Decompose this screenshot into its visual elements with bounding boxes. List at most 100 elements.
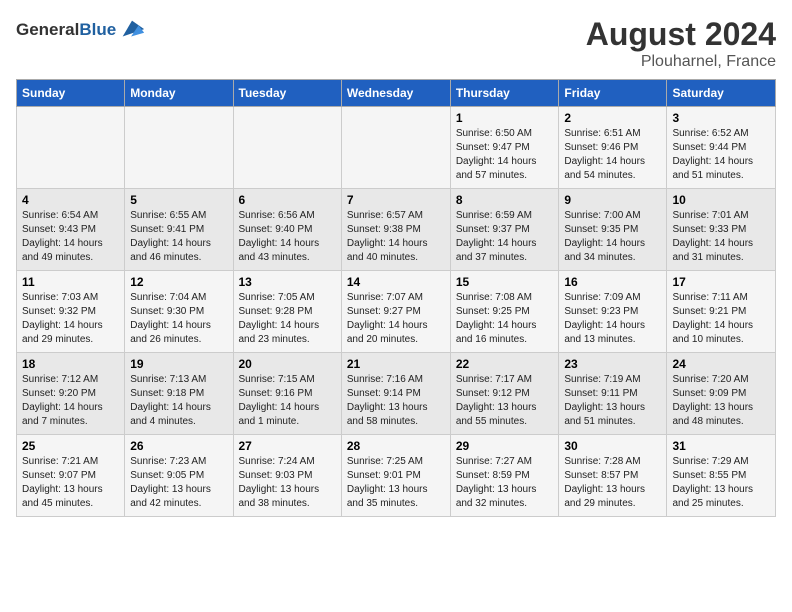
calendar-cell: 25 Sunrise: 7:21 AM Sunset: 9:07 PM Dayli… (17, 435, 125, 517)
day-info: Sunrise: 6:57 AM Sunset: 9:38 PM Dayligh… (347, 209, 445, 265)
calendar-cell: 11 Sunrise: 7:03 AM Sunset: 9:32 PM Dayli… (17, 271, 125, 353)
day-info: Sunrise: 7:12 AM Sunset: 9:20 PM Dayligh… (22, 373, 119, 429)
day-number: 11 (22, 275, 119, 289)
calendar-cell: 10 Sunrise: 7:01 AM Sunset: 9:33 PM Dayli… (667, 189, 776, 271)
day-number: 10 (672, 193, 770, 207)
calendar-cell: 2 Sunrise: 6:51 AM Sunset: 9:46 PM Daylig… (559, 107, 667, 189)
day-number: 17 (672, 275, 770, 289)
calendar-body: 1Sunrise: 6:50 AM Sunset: 9:47 PM Daylig… (17, 107, 776, 517)
day-number: 26 (130, 439, 227, 453)
day-number: 8 (456, 193, 554, 207)
logo: GeneralBlue (16, 16, 146, 44)
day-number: 31 (672, 439, 770, 453)
calendar-cell: 21Sunrise: 7:16 AM Sunset: 9:14 PM Dayli… (341, 353, 450, 435)
day-info: Sunrise: 7:15 AM Sunset: 9:16 PM Dayligh… (239, 373, 336, 429)
calendar-cell (17, 107, 125, 189)
calendar-cell: 28Sunrise: 7:25 AM Sunset: 9:01 PM Dayli… (341, 435, 450, 517)
day-number: 14 (347, 275, 445, 289)
day-number: 21 (347, 357, 445, 371)
day-number: 12 (130, 275, 227, 289)
day-number: 25 (22, 439, 119, 453)
calendar-week-row: 18 Sunrise: 7:12 AM Sunset: 9:20 PM Dayli… (17, 353, 776, 435)
day-info: Sunrise: 7:25 AM Sunset: 9:01 PM Dayligh… (347, 455, 445, 511)
calendar-cell: 3Sunrise: 6:52 AM Sunset: 9:44 PM Daylig… (667, 107, 776, 189)
calendar-cell: 22Sunrise: 7:17 AM Sunset: 9:12 PM Dayli… (450, 353, 559, 435)
day-number: 15 (456, 275, 554, 289)
day-number: 19 (130, 357, 227, 371)
day-number: 2 (564, 111, 661, 125)
calendar-week-row: 25 Sunrise: 7:21 AM Sunset: 9:07 PM Dayli… (17, 435, 776, 517)
day-info: Sunrise: 7:03 AM Sunset: 9:32 PM Dayligh… (22, 291, 119, 347)
weekday-header-friday: Friday (559, 80, 667, 107)
day-info: Sunrise: 7:23 AM Sunset: 9:05 PM Dayligh… (130, 455, 227, 511)
calendar-cell: 31 Sunrise: 7:29 AM Sunset: 8:55 PM Dayli… (667, 435, 776, 517)
calendar-cell: 12 Sunrise: 7:04 AM Sunset: 9:30 PM Dayli… (125, 271, 233, 353)
calendar-cell: 9 Sunrise: 7:00 AM Sunset: 9:35 PM Daylig… (559, 189, 667, 271)
calendar-cell: 5Sunrise: 6:55 AM Sunset: 9:41 PM Daylig… (125, 189, 233, 271)
day-info: Sunrise: 7:05 AM Sunset: 9:28 PM Dayligh… (239, 291, 336, 347)
day-info: Sunrise: 7:28 AM Sunset: 8:57 PM Dayligh… (564, 455, 661, 511)
day-number: 9 (564, 193, 661, 207)
calendar-cell: 16Sunrise: 7:09 AM Sunset: 9:23 PM Dayli… (559, 271, 667, 353)
day-info: Sunrise: 6:51 AM Sunset: 9:46 PM Dayligh… (564, 127, 661, 183)
day-number: 5 (130, 193, 227, 207)
calendar-table: SundayMondayTuesdayWednesdayThursdayFrid… (16, 79, 776, 517)
day-info: Sunrise: 7:29 AM Sunset: 8:55 PM Dayligh… (672, 455, 770, 511)
day-info: Sunrise: 6:54 AM Sunset: 9:43 PM Dayligh… (22, 209, 119, 265)
day-info: Sunrise: 6:59 AM Sunset: 9:37 PM Dayligh… (456, 209, 554, 265)
calendar-cell: 8 Sunrise: 6:59 AM Sunset: 9:37 PM Daylig… (450, 189, 559, 271)
day-number: 20 (239, 357, 336, 371)
calendar-week-row: 4Sunrise: 6:54 AM Sunset: 9:43 PM Daylig… (17, 189, 776, 271)
logo-icon (118, 16, 146, 44)
day-number: 7 (347, 193, 445, 207)
calendar-cell: 15 Sunrise: 7:08 AM Sunset: 9:25 PM Dayli… (450, 271, 559, 353)
calendar-cell: 17Sunrise: 7:11 AM Sunset: 9:21 PM Dayli… (667, 271, 776, 353)
weekday-header-sunday: Sunday (17, 80, 125, 107)
title-block: August 2024 Plouharnel, France (586, 16, 776, 71)
day-info: Sunrise: 6:56 AM Sunset: 9:40 PM Dayligh… (239, 209, 336, 265)
day-number: 24 (672, 357, 770, 371)
calendar-week-row: 1Sunrise: 6:50 AM Sunset: 9:47 PM Daylig… (17, 107, 776, 189)
day-info: Sunrise: 7:24 AM Sunset: 9:03 PM Dayligh… (239, 455, 336, 511)
calendar-header: SundayMondayTuesdayWednesdayThursdayFrid… (17, 80, 776, 107)
day-number: 22 (456, 357, 554, 371)
weekday-header-tuesday: Tuesday (233, 80, 341, 107)
calendar-cell: 26 Sunrise: 7:23 AM Sunset: 9:05 PM Dayli… (125, 435, 233, 517)
location: Plouharnel, France (586, 53, 776, 71)
calendar-cell (341, 107, 450, 189)
logo-text: GeneralBlue (16, 21, 116, 40)
calendar-cell (233, 107, 341, 189)
weekday-header-saturday: Saturday (667, 80, 776, 107)
day-info: Sunrise: 7:08 AM Sunset: 9:25 PM Dayligh… (456, 291, 554, 347)
day-info: Sunrise: 6:50 AM Sunset: 9:47 PM Dayligh… (456, 127, 554, 183)
calendar-week-row: 11 Sunrise: 7:03 AM Sunset: 9:32 PM Dayli… (17, 271, 776, 353)
day-info: Sunrise: 7:27 AM Sunset: 8:59 PM Dayligh… (456, 455, 554, 511)
day-info: Sunrise: 7:20 AM Sunset: 9:09 PM Dayligh… (672, 373, 770, 429)
weekday-header-wednesday: Wednesday (341, 80, 450, 107)
day-number: 6 (239, 193, 336, 207)
day-info: Sunrise: 7:00 AM Sunset: 9:35 PM Dayligh… (564, 209, 661, 265)
day-number: 23 (564, 357, 661, 371)
calendar-cell: 29 Sunrise: 7:27 AM Sunset: 8:59 PM Dayli… (450, 435, 559, 517)
calendar-cell: 20 Sunrise: 7:15 AM Sunset: 9:16 PM Dayli… (233, 353, 341, 435)
day-info: Sunrise: 7:19 AM Sunset: 9:11 PM Dayligh… (564, 373, 661, 429)
calendar-cell: 30Sunrise: 7:28 AM Sunset: 8:57 PM Dayli… (559, 435, 667, 517)
calendar-cell: 4Sunrise: 6:54 AM Sunset: 9:43 PM Daylig… (17, 189, 125, 271)
day-info: Sunrise: 7:21 AM Sunset: 9:07 PM Dayligh… (22, 455, 119, 511)
day-info: Sunrise: 7:04 AM Sunset: 9:30 PM Dayligh… (130, 291, 227, 347)
calendar-cell: 14 Sunrise: 7:07 AM Sunset: 9:27 PM Dayli… (341, 271, 450, 353)
calendar-cell: 19 Sunrise: 7:13 AM Sunset: 9:18 PM Dayli… (125, 353, 233, 435)
calendar-cell: 6 Sunrise: 6:56 AM Sunset: 9:40 PM Daylig… (233, 189, 341, 271)
calendar-cell: 7 Sunrise: 6:57 AM Sunset: 9:38 PM Daylig… (341, 189, 450, 271)
day-info: Sunrise: 7:09 AM Sunset: 9:23 PM Dayligh… (564, 291, 661, 347)
day-number: 29 (456, 439, 554, 453)
day-info: Sunrise: 7:13 AM Sunset: 9:18 PM Dayligh… (130, 373, 227, 429)
calendar-cell: 1Sunrise: 6:50 AM Sunset: 9:47 PM Daylig… (450, 107, 559, 189)
day-info: Sunrise: 7:01 AM Sunset: 9:33 PM Dayligh… (672, 209, 770, 265)
calendar-cell: 27Sunrise: 7:24 AM Sunset: 9:03 PM Dayli… (233, 435, 341, 517)
month-year: August 2024 (586, 16, 776, 53)
calendar-cell: 18 Sunrise: 7:12 AM Sunset: 9:20 PM Dayli… (17, 353, 125, 435)
day-info: Sunrise: 7:07 AM Sunset: 9:27 PM Dayligh… (347, 291, 445, 347)
day-number: 3 (672, 111, 770, 125)
day-number: 18 (22, 357, 119, 371)
